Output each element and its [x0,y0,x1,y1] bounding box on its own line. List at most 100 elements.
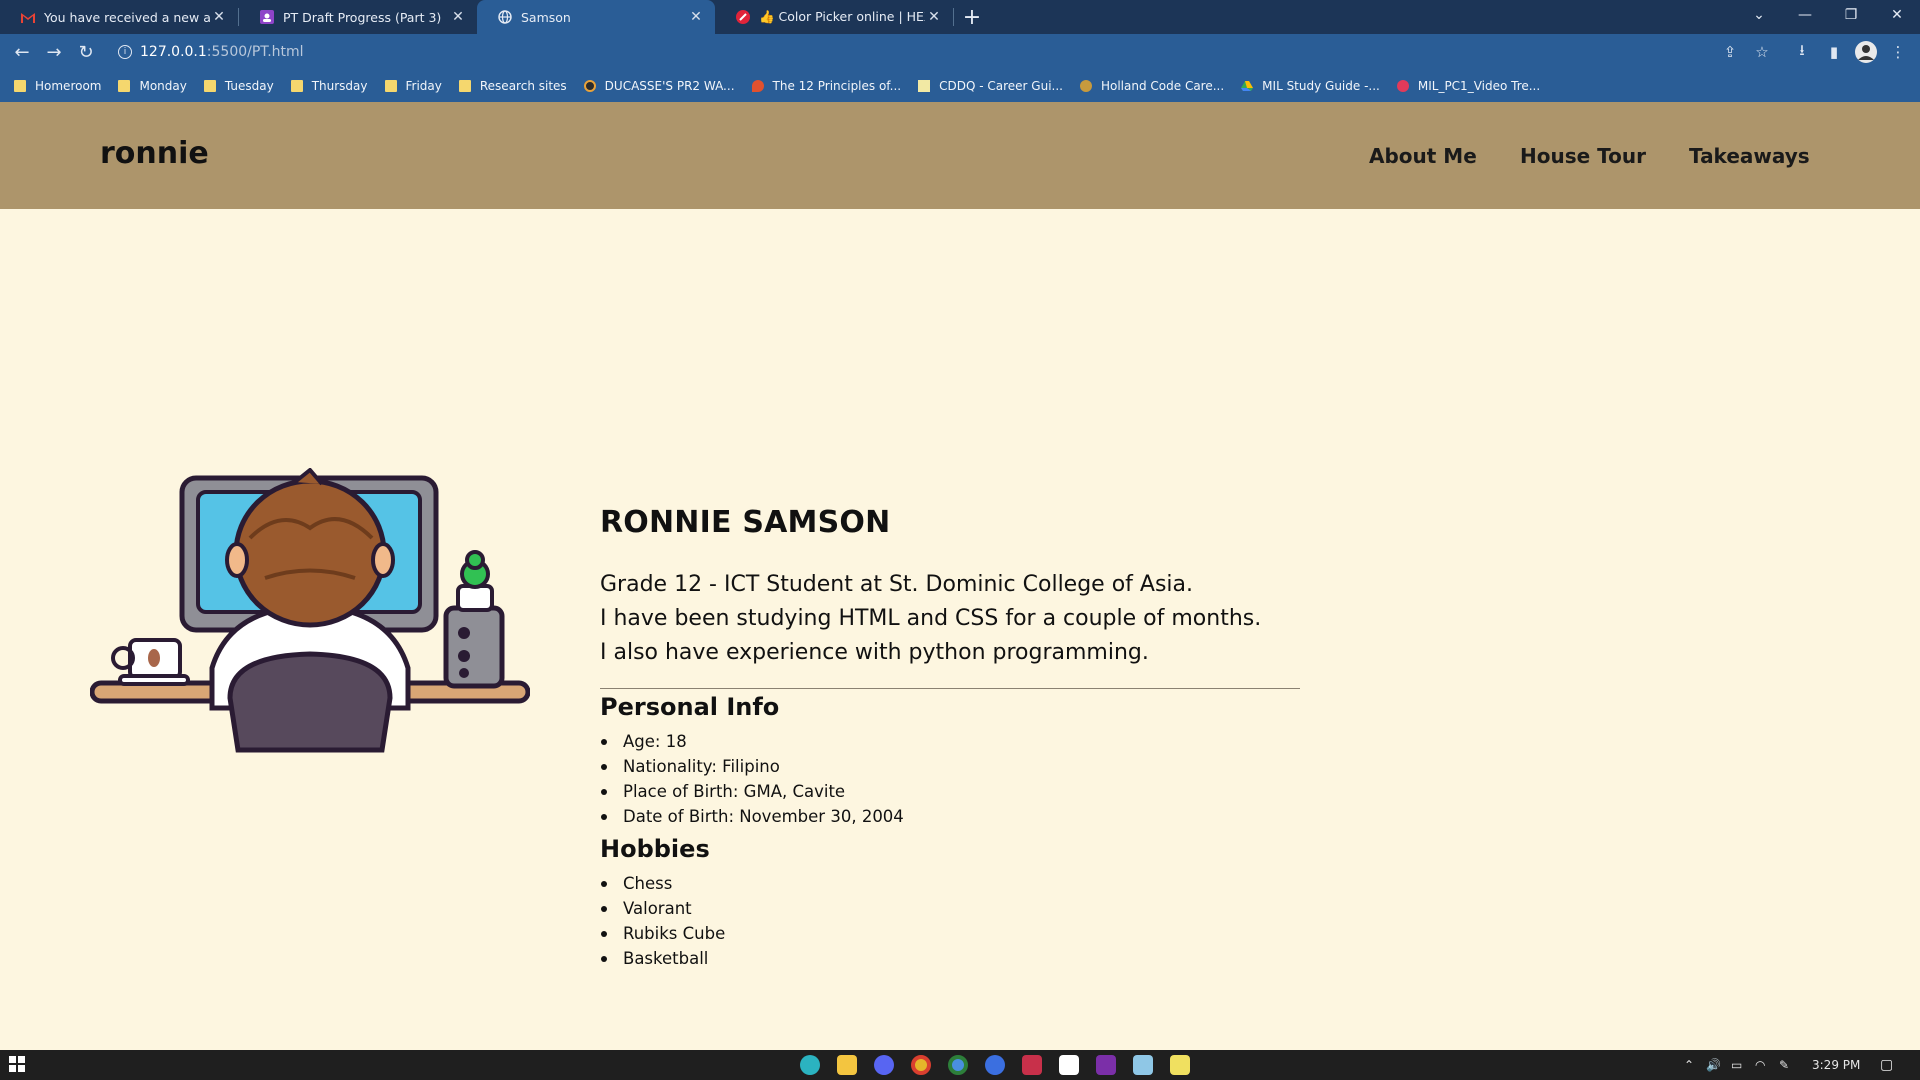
personal-info-heading: Personal Info [600,693,780,721]
reload-icon[interactable]: ↻ [72,38,100,66]
bookmark-star-icon[interactable]: ☆ [1747,34,1777,70]
developer-illustration [90,468,530,753]
battery-icon[interactable]: ▭ [1731,1050,1742,1080]
list-item: Basketball [600,946,1300,971]
file-explorer-icon[interactable] [837,1055,857,1075]
divider [600,688,1300,689]
windows-taskbar: ⌃ 🔊 ▭ ◠ ✎ 3:29 PM ▢ [0,1050,1920,1080]
tab-color-picker[interactable]: 👍 Color Picker online | HEX Colo ✕ [715,0,953,34]
folder-icon [290,80,303,92]
forward-icon[interactable]: → [40,38,68,66]
folder-icon [384,80,397,92]
list-item: Chess [600,871,1300,896]
bookmark-ducasse[interactable]: DUCASSE'S PR2 WA... [583,79,735,93]
tab-strip: You have received a new assignm ✕ PT Dra… [0,0,1920,34]
hobbies-heading: Hobbies [600,835,710,863]
chrome-profile-icon[interactable] [948,1055,968,1075]
bookmark-cddq[interactable]: CDDQ - Career Gui... [918,79,1063,93]
bookmark-monday[interactable]: Monday [118,79,187,93]
tab-search-icon[interactable]: ⌄ [1736,0,1782,30]
bookmark-label: Monday [139,79,187,93]
tab-gmail[interactable]: You have received a new assignm ✕ [0,0,238,34]
bookmark-label: The 12 Principles of... [772,79,902,93]
nav-about-me[interactable]: About Me [1369,144,1477,168]
bio-line: Grade 12 - ICT Student at St. Dominic Co… [600,572,1194,597]
pen-icon[interactable]: ✎ [1779,1050,1789,1080]
bookmark-label: Holland Code Care... [1100,79,1225,93]
address-bar[interactable]: i 127.0.0.1:5500/PT.html [110,39,1810,65]
site-icon [583,80,596,92]
close-icon[interactable]: ✕ [687,8,705,26]
restore-button[interactable]: ❐ [1828,0,1874,30]
volume-icon[interactable]: 🔊 [1706,1050,1721,1080]
minimize-button[interactable]: — [1782,0,1828,30]
profile-avatar[interactable] [1851,34,1881,70]
bookmark-tuesday[interactable]: Tuesday [203,79,274,93]
nav-takeaways[interactable]: Takeaways [1689,144,1810,168]
bookmark-mil-study-guide[interactable]: MIL Study Guide -... [1241,79,1380,93]
tab-samson[interactable]: Samson ✕ [477,0,715,34]
bookmark-label: Tuesday [224,79,274,93]
list-item: Age: 18 [600,729,1300,754]
app-icon[interactable] [1059,1055,1079,1075]
folder-icon [203,80,216,92]
list-item: Nationality: Filipino [600,754,1300,779]
bookmark-label: CDDQ - Career Gui... [939,79,1063,93]
discord-icon[interactable] [874,1055,894,1075]
share-icon[interactable]: ⇪ [1715,34,1745,70]
notepad-icon[interactable] [1133,1055,1153,1075]
bookmark-research-sites[interactable]: Research sites [458,79,567,93]
close-icon[interactable]: ✕ [210,8,228,26]
edge-icon[interactable] [800,1055,820,1075]
download-icon[interactable]: ⭳ [1787,34,1817,70]
menu-kebab-icon[interactable]: ⋮ [1883,34,1913,70]
app-icon[interactable] [1096,1055,1116,1075]
new-tab-button[interactable]: + [954,0,990,34]
bookmark-label: MIL Study Guide -... [1262,79,1380,93]
bookmark-label: Friday [405,79,442,93]
bookmark-homeroom[interactable]: Homeroom [14,79,101,93]
profile-name: RONNIE SAMSON [600,505,891,540]
tab-title: Samson [521,9,571,25]
bookmark-12-principles[interactable]: The 12 Principles of... [751,79,902,93]
tab-pt-draft[interactable]: PT Draft Progress (Part 3) ✕ [239,0,477,34]
hobbies-list: Chess Valorant Rubiks Cube Basketball [600,871,1300,971]
close-icon[interactable]: ✕ [449,8,467,26]
site-icon [1396,80,1409,92]
list-item: Rubiks Cube [600,921,1300,946]
wifi-icon[interactable]: ◠ [1755,1050,1765,1080]
app-icon[interactable] [1022,1055,1042,1075]
profile-content: RONNIE SAMSON Grade 12 - ICT Student at … [600,505,1300,971]
close-window-button[interactable]: ✕ [1874,0,1920,30]
bookmark-holland-code[interactable]: Holland Code Care... [1079,79,1225,93]
close-icon[interactable]: ✕ [925,8,943,26]
folder-icon [118,80,131,92]
windows-start-icon[interactable] [8,1055,28,1075]
tray-chevron-icon[interactable]: ⌃ [1684,1050,1694,1080]
bookmark-label: Thursday [311,79,368,93]
bio-line: I have been studying HTML and CSS for a … [600,606,1262,631]
side-panel-icon[interactable]: ▮ [1819,34,1849,70]
bookmark-label: Research sites [479,79,567,93]
tab-title: PT Draft Progress (Part 3) [283,9,442,25]
back-icon[interactable]: ← [8,38,36,66]
messenger-icon[interactable] [985,1055,1005,1075]
color-picker-icon [735,9,751,25]
clock-time[interactable]: 3:29 PM [1812,1050,1860,1080]
nav-house-tour[interactable]: House Tour [1520,144,1646,168]
site-logo[interactable]: ronnie [100,136,209,171]
bookmark-friday[interactable]: Friday [384,79,442,93]
site-info-icon[interactable]: i [118,45,132,59]
sticky-notes-icon[interactable] [1170,1055,1190,1075]
bookmark-thursday[interactable]: Thursday [290,79,368,93]
tab-title: 👍 Color Picker online | HEX Colo [759,9,925,24]
list-item: Valorant [600,896,1300,921]
site-icon [918,80,931,92]
bookmark-mil-pc1[interactable]: MIL_PC1_Video Tre... [1396,79,1540,93]
url-host: 127.0.0.1 [140,44,207,60]
chrome-icon[interactable] [911,1055,931,1075]
tab-title: You have received a new assignm [44,9,210,25]
notification-icon[interactable]: ▢ [1880,1050,1893,1080]
gmail-icon [20,9,36,25]
site-icon [1079,80,1092,92]
